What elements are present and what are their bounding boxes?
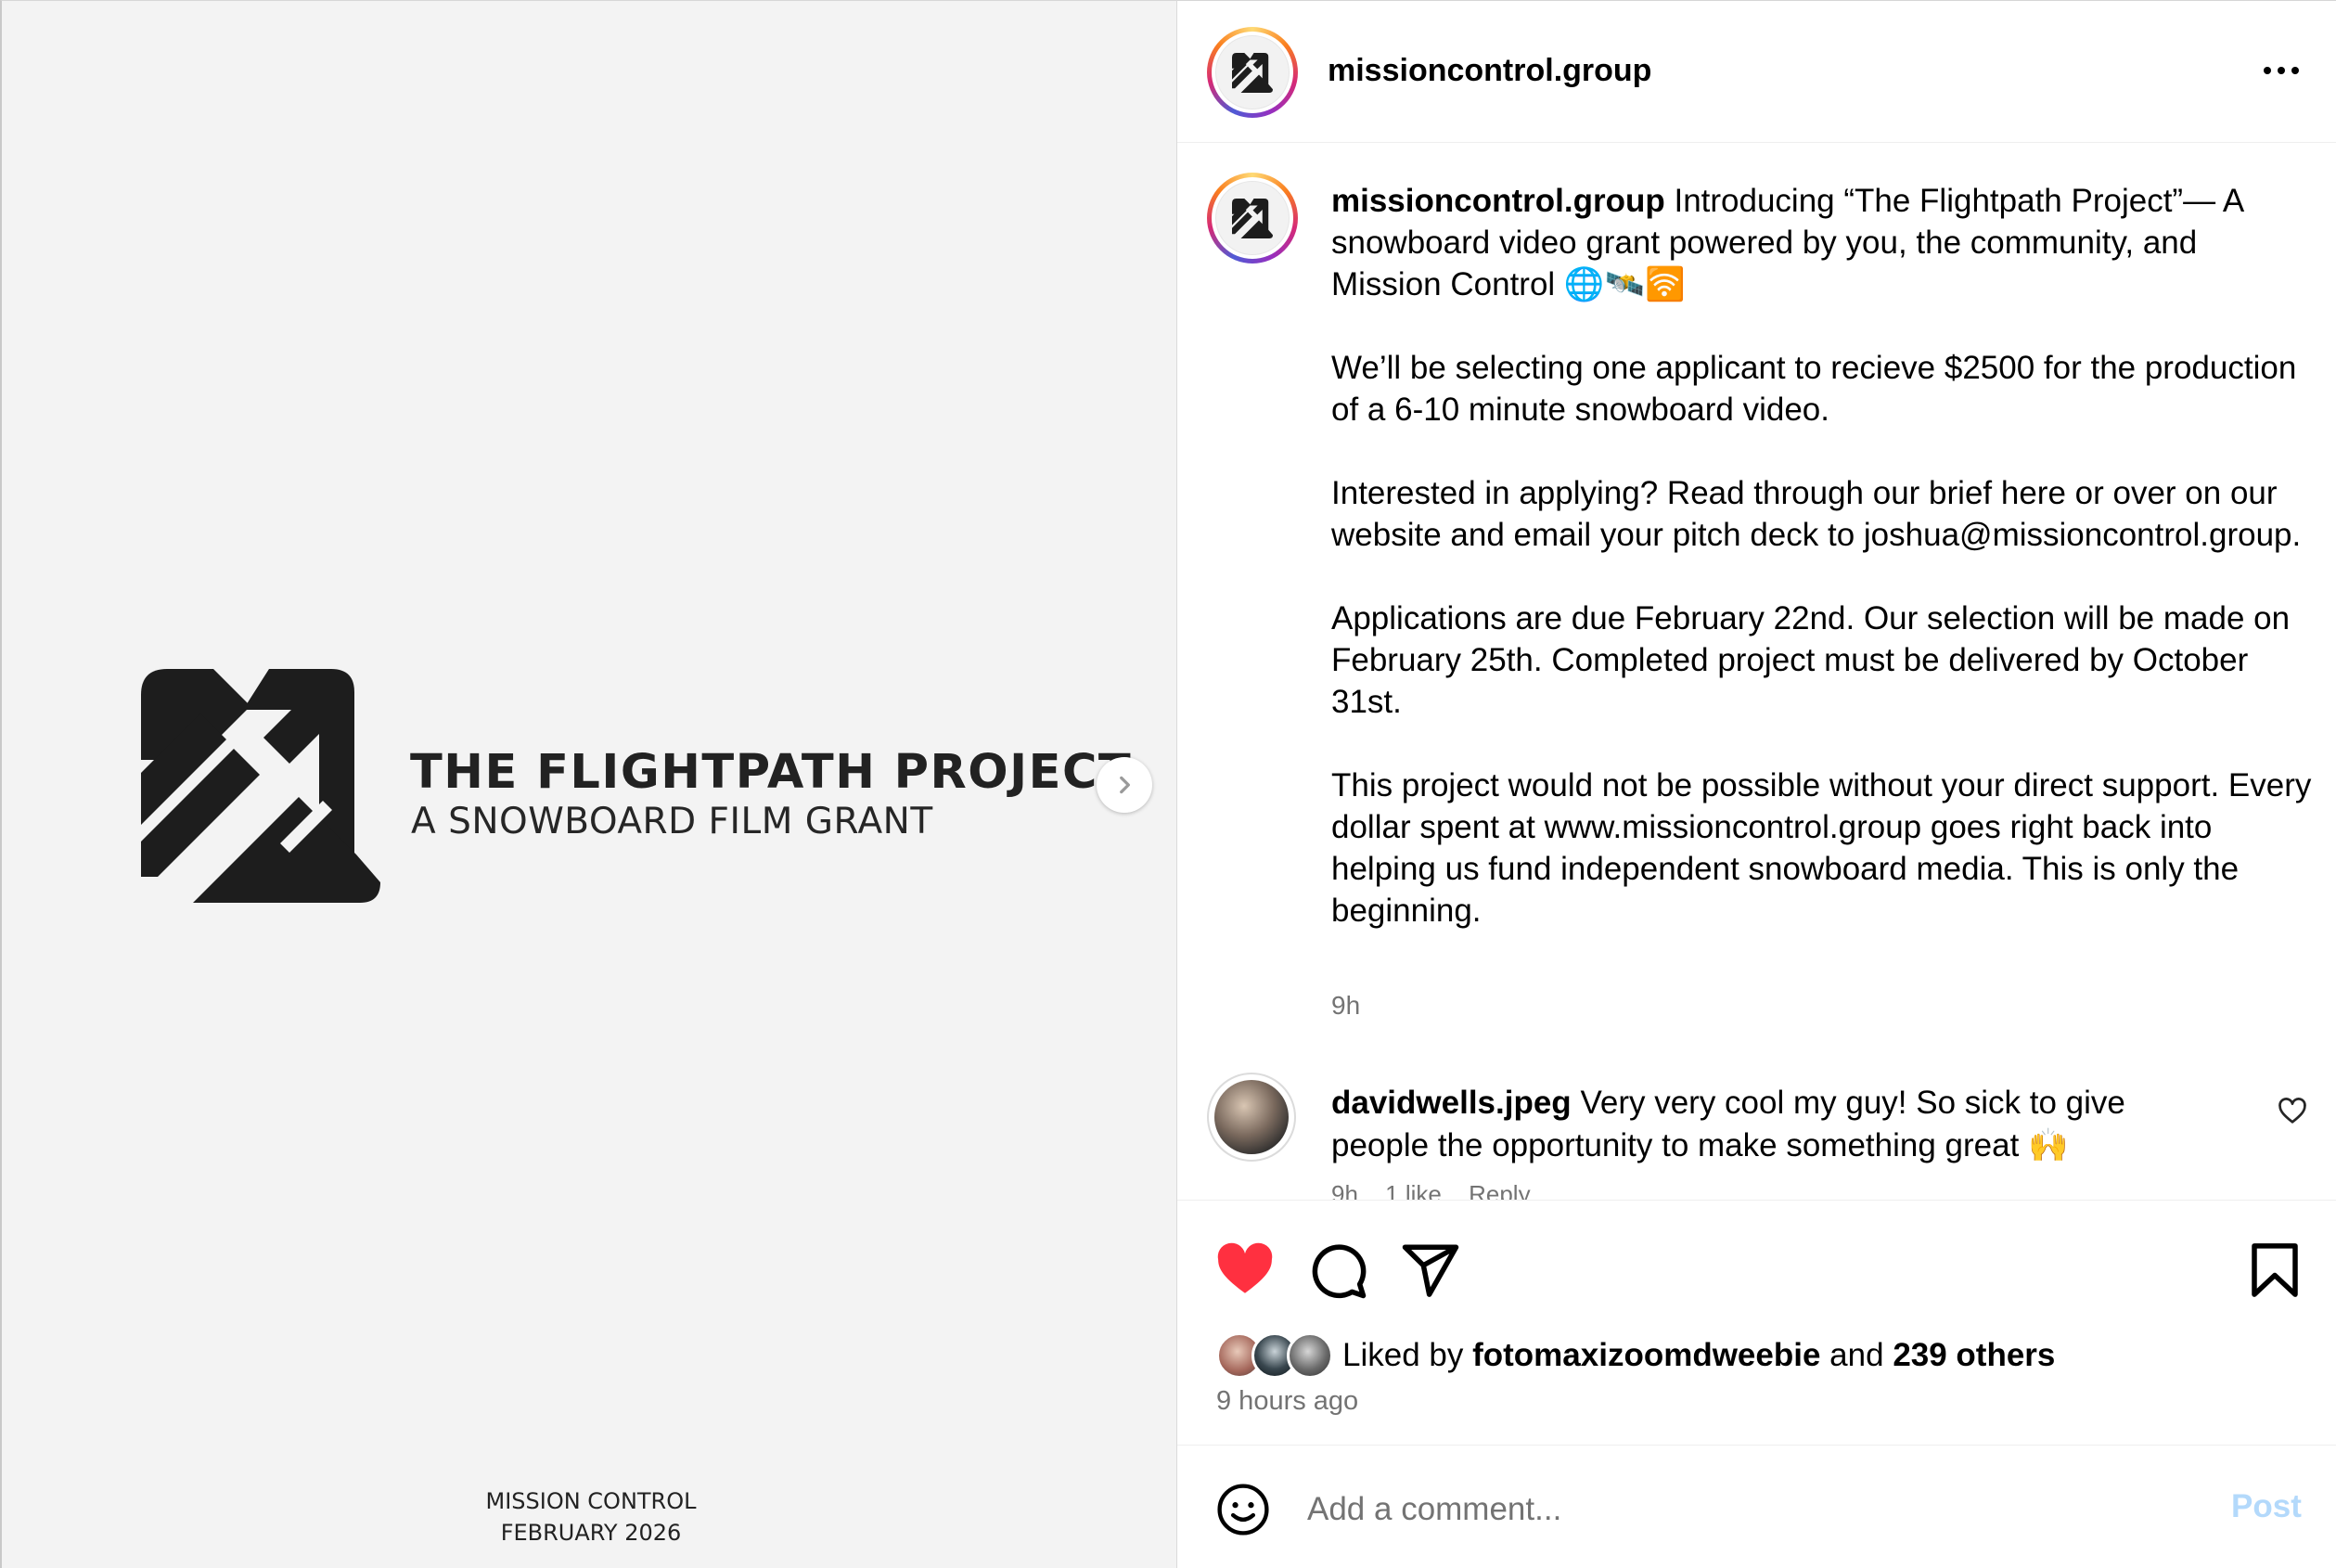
comment-item: davidwells.jpeg Very very cool my guy! S… bbox=[1331, 1082, 2203, 1167]
post-caption: missioncontrol.group Introducing “The Fl… bbox=[1331, 180, 2315, 932]
liked-by-user[interactable]: fotomaxizoomdweebie bbox=[1472, 1337, 1820, 1373]
mission-control-logo-icon bbox=[1232, 198, 1273, 238]
caption-paragraph: Applications are due February 22nd. Our … bbox=[1331, 600, 2291, 720]
liker-avatars[interactable] bbox=[1216, 1330, 1339, 1381]
comments-section[interactable]: missioncontrol.group Introducing “The Fl… bbox=[1177, 143, 2336, 1201]
caption-paragraph: This project would not be possible witho… bbox=[1331, 767, 2312, 929]
comment-reply-button[interactable]: Reply bbox=[1469, 1180, 1530, 1200]
heart-filled-icon[interactable] bbox=[1214, 1240, 1276, 1301]
caption-username[interactable]: missioncontrol.group bbox=[1331, 183, 1665, 219]
more-horizontal-icon bbox=[2264, 67, 2271, 74]
liked-by-others[interactable]: 239 others bbox=[1893, 1337, 2055, 1373]
post-media: THE FLIGHTPATH PROJECT A SNOWBOARD FILM … bbox=[0, 0, 1176, 1568]
comment-username[interactable]: davidwells.jpeg bbox=[1331, 1085, 1572, 1121]
media-subtitle: A SNOWBOARD FILM GRANT bbox=[411, 801, 933, 842]
liked-by-row: Liked by fotomaxizoomdweebie and 239 oth… bbox=[1216, 1330, 2055, 1381]
share-icon[interactable] bbox=[1400, 1240, 1461, 1301]
caption-paragraph: Interested in applying? Read through our… bbox=[1331, 475, 2302, 553]
media-footer-line1: MISSION CONTROL bbox=[485, 1488, 697, 1514]
comment-meta: 9h 1 like Reply bbox=[1331, 1180, 1551, 1200]
media-footer-line2: FEBRUARY 2026 bbox=[500, 1520, 682, 1546]
media-title: THE FLIGHTPATH PROJECT bbox=[410, 745, 1133, 800]
more-options-button[interactable] bbox=[2253, 47, 2309, 94]
add-comment-bar: Post bbox=[1177, 1445, 2336, 1568]
comment-like-heart-icon[interactable] bbox=[2278, 1097, 2307, 1126]
comment-input[interactable] bbox=[1307, 1483, 2142, 1536]
caption-paragraph: We’ll be selecting one applicant to reci… bbox=[1331, 350, 2297, 428]
comment-icon[interactable] bbox=[1307, 1240, 1368, 1301]
comment-time[interactable]: 9h bbox=[1331, 1180, 1358, 1200]
media-footer: MISSION CONTROL FEBRUARY 2026 bbox=[410, 1485, 772, 1549]
commenter-avatar[interactable] bbox=[1207, 1073, 1296, 1162]
bookmark-icon[interactable] bbox=[2244, 1240, 2305, 1301]
post-comment-button[interactable]: Post bbox=[2231, 1488, 2302, 1525]
carousel-next-button[interactable] bbox=[1097, 757, 1152, 813]
profile-avatar[interactable] bbox=[1207, 27, 1298, 118]
emoji-icon[interactable] bbox=[1216, 1483, 1270, 1536]
liker-avatar bbox=[1287, 1332, 1333, 1379]
liked-by-text[interactable]: Liked by fotomaxizoomdweebie and 239 oth… bbox=[1342, 1337, 2055, 1374]
mission-control-logo bbox=[141, 669, 380, 903]
mission-control-logo-icon bbox=[1232, 52, 1273, 93]
chevron-right-icon bbox=[1120, 776, 1130, 794]
caption-paragraph: missioncontrol.group Introducing “The Fl… bbox=[1331, 183, 2243, 302]
post-header: missioncontrol.group bbox=[1177, 1, 2336, 143]
post-timestamp[interactable]: 9 hours ago bbox=[1216, 1386, 1358, 1417]
caption-timestamp[interactable]: 9h bbox=[1331, 991, 1360, 1021]
caption-avatar[interactable] bbox=[1207, 173, 1298, 263]
header-username[interactable]: missioncontrol.group bbox=[1328, 53, 1651, 89]
post-details-panel: missioncontrol.group missioncontrol.grou… bbox=[1176, 0, 2336, 1568]
post-actions: Liked by fotomaxizoomdweebie and 239 oth… bbox=[1177, 1201, 2336, 1444]
comment-likes[interactable]: 1 like bbox=[1385, 1180, 1442, 1200]
